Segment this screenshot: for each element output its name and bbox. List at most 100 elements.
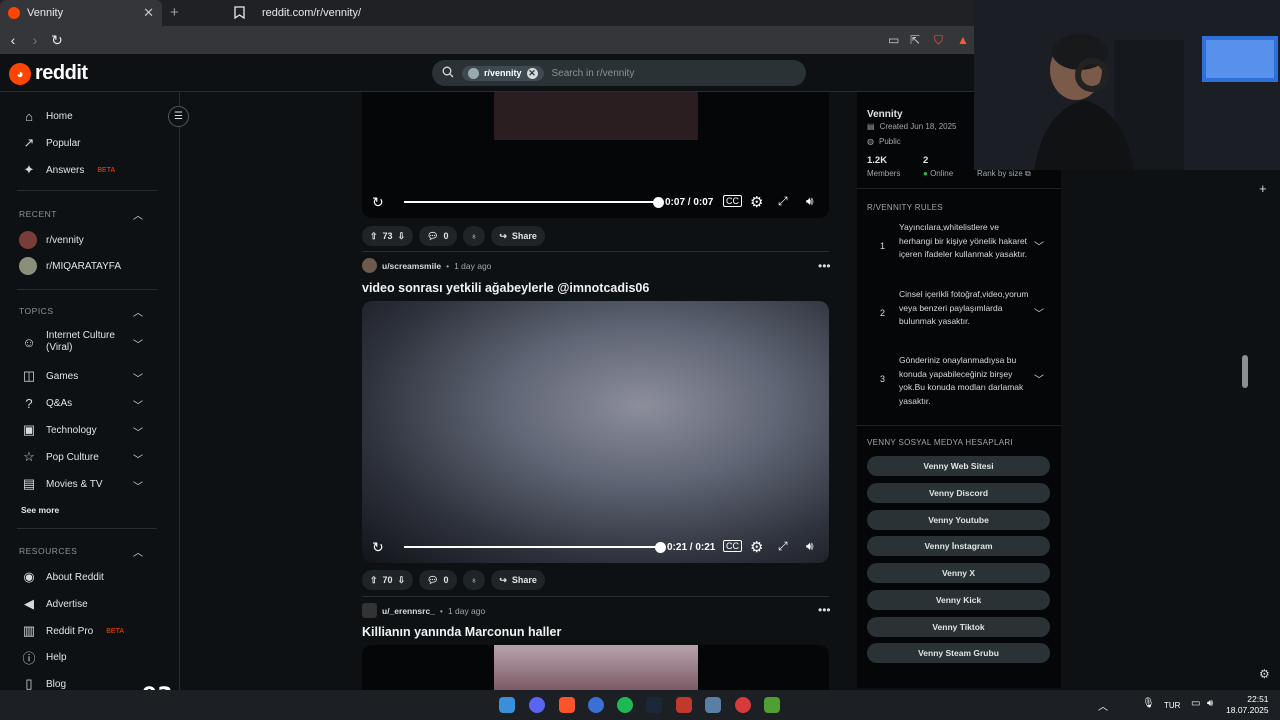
- gear-icon[interactable]: ⚙: [1259, 667, 1270, 681]
- browser-tab[interactable]: Vennity ✕: [0, 0, 162, 26]
- award-button[interactable]: ♁: [462, 570, 486, 590]
- video-player[interactable]: ↻ 0:07 / 0:07 CC ⚙ ⤢ 🔊︎: [362, 92, 829, 218]
- settings-gear-icon[interactable]: ⚙: [750, 538, 763, 556]
- sidebar-item-about-reddit[interactable]: ◉ About Reddit: [21, 569, 104, 585]
- user-avatar[interactable]: [362, 603, 377, 618]
- link-button-tiktok[interactable]: Venny Tiktok: [867, 617, 1050, 637]
- app-icon[interactable]: [705, 697, 721, 713]
- cast-icon[interactable]: ▭: [888, 33, 899, 47]
- sidebar-item-help[interactable]: ⓘ Help: [21, 649, 66, 666]
- expand-chevron-icon[interactable]: ﹀: [133, 336, 143, 351]
- sidebar-item-home[interactable]: ⌂ Home: [21, 108, 73, 124]
- share-page-icon[interactable]: ⇱: [910, 33, 920, 47]
- post-author[interactable]: u/_erennsrc_: [382, 606, 435, 616]
- progress-track[interactable]: [404, 201, 658, 203]
- new-tab-icon[interactable]: +: [170, 4, 179, 21]
- expand-chevron-icon[interactable]: ﹀: [133, 397, 143, 412]
- rank-link[interactable]: Rank by size ⧉: [977, 169, 1031, 179]
- share-button[interactable]: ↪ Share: [491, 226, 545, 246]
- search-bar[interactable]: r/vennity ✕ Search in r/vennity: [432, 60, 806, 86]
- comments-button[interactable]: 💬︎ 0: [419, 226, 457, 246]
- sidebar-item-popular[interactable]: ↗ Popular: [21, 135, 81, 151]
- link-button-discord[interactable]: Venny Discord: [867, 483, 1050, 503]
- expand-chevron-icon[interactable]: ﹀: [1034, 371, 1044, 386]
- vote-control[interactable]: ⇧ 73 ⇩: [362, 226, 414, 246]
- progress-track[interactable]: [404, 546, 660, 548]
- comments-button[interactable]: 💬︎ 0: [419, 570, 457, 590]
- link-button-instagram[interactable]: Venny İnstagram: [867, 536, 1050, 556]
- page-scrollbar[interactable]: [1238, 168, 1252, 688]
- captions-icon[interactable]: CC: [723, 195, 742, 207]
- video-player[interactable]: ↻ 0:21 / 0:21 CC ⚙ ⤢ 🔊︎: [362, 301, 829, 563]
- steam-icon[interactable]: [646, 697, 662, 713]
- link-button-steam-group[interactable]: Venny Steam Grubu: [867, 643, 1050, 663]
- community-chip[interactable]: r/vennity ✕: [462, 65, 544, 81]
- reload-icon[interactable]: ↻: [46, 32, 68, 49]
- more-options-icon[interactable]: •••: [818, 603, 831, 617]
- sidebar-item-reddit-pro[interactable]: ▥ Reddit Pro BETA: [21, 623, 124, 639]
- replay-icon[interactable]: ↻: [372, 539, 384, 556]
- see-more-link[interactable]: See more: [21, 505, 59, 515]
- downvote-icon[interactable]: ⇩: [398, 575, 406, 586]
- link-button-website[interactable]: Venny Web Sitesi: [867, 456, 1050, 476]
- vote-control[interactable]: ⇧ 70 ⇩: [362, 570, 414, 590]
- expand-chevron-icon[interactable]: ﹀: [133, 451, 143, 466]
- bookmark-icon[interactable]: [234, 6, 245, 22]
- rewards-icon[interactable]: ▲: [957, 33, 969, 47]
- sidebar-item-answers[interactable]: ✦ Answers BETA: [21, 162, 116, 178]
- upvote-icon[interactable]: ⇧: [370, 231, 378, 242]
- discord-icon[interactable]: [529, 697, 545, 713]
- scrollbar-thumb[interactable]: [1242, 355, 1248, 388]
- collapse-topics-icon[interactable]: ︿: [133, 304, 143, 319]
- post-title[interactable]: Killianın yanında Marconun haller: [362, 625, 561, 639]
- start-icon[interactable]: [499, 697, 515, 713]
- spotify-icon[interactable]: [617, 697, 633, 713]
- settings-gear-icon[interactable]: ⚙: [750, 193, 763, 211]
- brave-shield-icon[interactable]: ⛉: [934, 33, 943, 48]
- captions-icon[interactable]: CC: [723, 540, 742, 552]
- tray-chevron-icon[interactable]: ︿: [1098, 698, 1108, 713]
- app-icon[interactable]: [764, 697, 780, 713]
- sidebar-item-technology[interactable]: ▣ Technology: [21, 422, 97, 438]
- remove-chip-icon[interactable]: ✕: [526, 67, 538, 79]
- fullscreen-icon[interactable]: ⤢: [778, 539, 788, 554]
- close-tab-icon[interactable]: ✕: [143, 5, 154, 21]
- link-button-youtube[interactable]: Venny Youtube: [867, 510, 1050, 530]
- back-icon[interactable]: ‹: [2, 32, 24, 48]
- more-options-icon[interactable]: •••: [818, 259, 831, 273]
- app-icon[interactable]: [735, 697, 751, 713]
- sidebar-item-movies-tv[interactable]: ▤ Movies & TV: [21, 476, 103, 492]
- link-button-kick[interactable]: Venny Kick: [867, 590, 1050, 610]
- fullscreen-icon[interactable]: ⤢: [778, 194, 788, 209]
- collapse-sidebar-button[interactable]: ☰: [168, 106, 189, 127]
- expand-chevron-icon[interactable]: ﹀: [133, 424, 143, 439]
- sidebar-item-pop-culture[interactable]: ☆ Pop Culture: [21, 449, 99, 465]
- downvote-icon[interactable]: ⇩: [398, 231, 406, 242]
- post-author[interactable]: u/screamsmile: [382, 261, 441, 271]
- volume-icon[interactable]: 🔊︎: [806, 194, 814, 209]
- network-icon[interactable]: ▭: [1191, 698, 1200, 709]
- progress-handle[interactable]: [655, 542, 666, 553]
- microphone-icon[interactable]: 🎙︎: [1142, 698, 1155, 709]
- taskbar-clock[interactable]: 22:51 18.07.2025: [1226, 694, 1269, 716]
- upvote-icon[interactable]: ⇧: [370, 575, 378, 586]
- collapse-resources-icon[interactable]: ︿: [133, 544, 143, 559]
- volume-icon[interactable]: 🔊︎: [806, 539, 814, 554]
- app-icon[interactable]: [676, 697, 692, 713]
- search-input[interactable]: Search in r/vennity: [552, 68, 635, 79]
- collapse-recent-icon[interactable]: ︿: [133, 207, 143, 222]
- expand-chevron-icon[interactable]: ﹀: [1034, 305, 1044, 320]
- progress-handle[interactable]: [653, 197, 664, 208]
- sidebar-item-games[interactable]: ◫ Games: [21, 368, 78, 384]
- forward-icon[interactable]: ›: [24, 32, 46, 48]
- sidebar-item-vennity[interactable]: r/vennity: [19, 231, 84, 249]
- sidebar-item-internet-culture[interactable]: ☺ Internet Culture (Viral): [21, 330, 120, 354]
- share-button[interactable]: ↪ Share: [491, 570, 545, 590]
- reddit-logo[interactable]: ◕ reddit: [9, 62, 88, 85]
- sidebar-item-qas[interactable]: ? Q&As: [21, 395, 72, 411]
- expand-chevron-icon[interactable]: ﹀: [1034, 238, 1044, 253]
- sidebar-item-advertise[interactable]: ◀ Advertise: [21, 596, 88, 612]
- video-player[interactable]: [362, 645, 829, 690]
- sidebar-item-miqaratayfa[interactable]: r/MIQARATAYFA: [19, 257, 121, 275]
- award-button[interactable]: ♁: [462, 226, 486, 246]
